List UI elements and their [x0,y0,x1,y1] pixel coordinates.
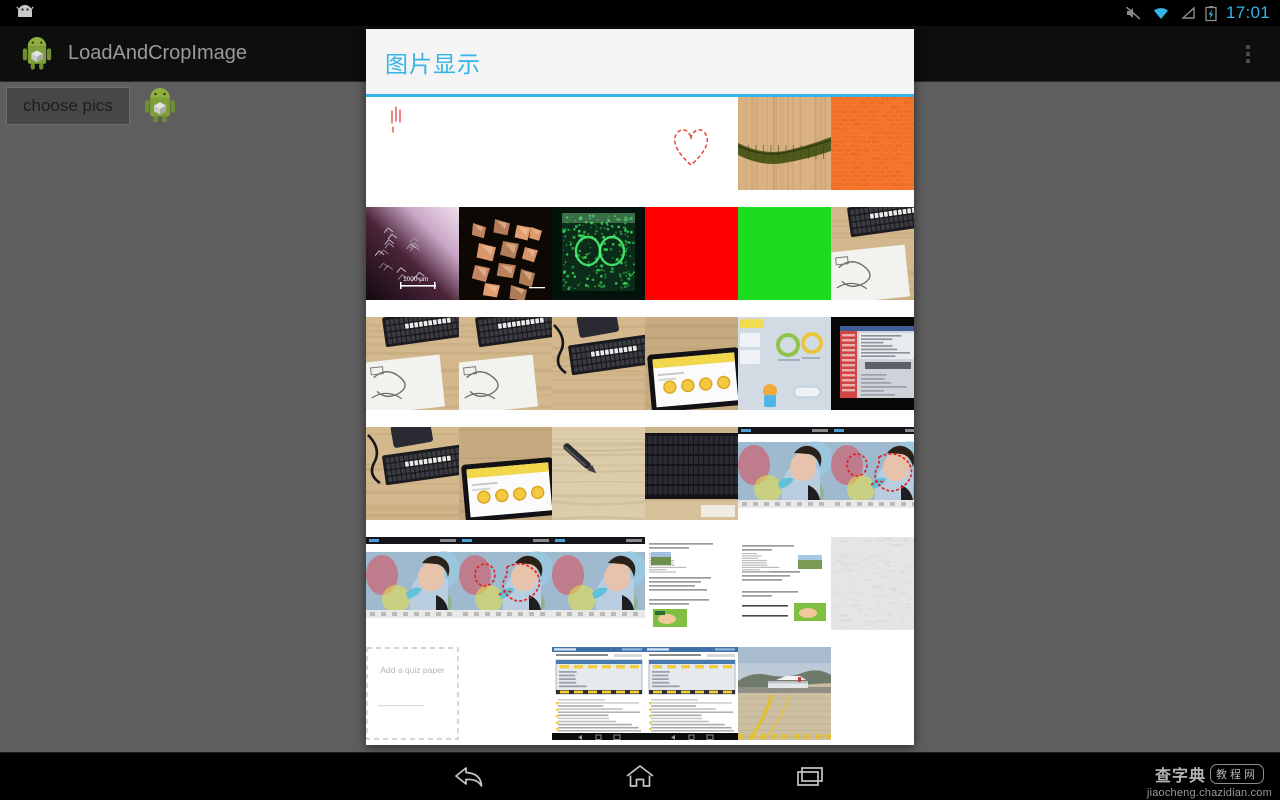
thumbnail-microscopy-green-cells[interactable] [552,207,645,300]
thumbnail-add-quiz-paper-placeholder[interactable]: Add a quiz paper [366,647,459,740]
image-grid: 1000 µm Add a quiz paper [366,97,914,742]
thumbnail-gray-paper-texture[interactable] [831,537,914,630]
thumbnail-desk-keyboard-notes-2[interactable] [459,317,552,410]
thumbnail-screenshot-spreadsheet-1[interactable] [552,647,645,740]
thumbnail-blank-white[interactable] [459,97,552,190]
thumbnail-orange-brick-texture[interactable] [831,97,914,190]
status-bar-right: 17:01 [1125,3,1280,23]
choose-pics-row: choose pics [6,86,178,126]
mute-icon [1125,6,1141,20]
thumbnail-desk-keyboard-notes-1[interactable] [366,317,459,410]
thumbnail-microscopy-purple-crystal[interactable]: 1000 µm [366,207,459,300]
choose-pics-button[interactable]: choose pics [6,87,130,125]
thumbnail-blank-white-2[interactable] [552,97,645,190]
thumbnail-laptop-dark-screenshot[interactable] [831,317,914,410]
image-grid-row: 1000 µm [366,207,914,317]
thumbnail-photo-editor-girl-4[interactable] [459,537,552,630]
thumbnail-photo-editor-girl-2[interactable] [831,427,914,520]
image-grid-row [366,317,914,427]
home-button[interactable] [610,757,670,797]
dialog-header: 图片显示 [366,29,914,97]
thumbnail-screenshot-spreadsheet-2[interactable] [645,647,738,740]
thumbnail-blank-white-4[interactable] [831,647,914,740]
thumbnail-airport-runway-photo[interactable] [738,647,831,740]
thumbnail-tablet-on-desk[interactable] [645,317,738,410]
thumbnail-document-page-2[interactable] [738,537,831,630]
image-grid-row [366,97,914,207]
thumbnail-pen-on-desk[interactable] [552,427,645,520]
navigation-bar [0,752,1280,800]
signal-icon [1181,6,1195,19]
thumbnail-blank-white-3[interactable] [459,647,552,740]
thumbnail-desk-keyboard-notebook[interactable] [831,207,914,300]
thumbnail-desk-keyboard-cable[interactable] [552,317,645,410]
android-robot-preview-icon [144,88,175,123]
thumbnail-document-page-1[interactable] [645,537,738,630]
thumbnail-microscopy-orange-crystals[interactable] [459,207,552,300]
recents-button[interactable] [780,757,840,797]
thumbnail-desk-tablet-notebook[interactable] [459,427,552,520]
back-button[interactable] [440,757,500,797]
recents-icon [797,766,823,786]
image-grid-row: Add a quiz paper [366,647,914,742]
thumbnail-solid-green[interactable] [738,207,831,300]
android-robot-icon [22,36,52,70]
status-bar-left [0,5,36,21]
thumbnail-photo-editor-girl-1[interactable] [738,427,831,520]
overflow-menu-icon[interactable] [1234,34,1262,74]
back-arrow-icon [455,766,483,787]
svg-text:Add a quiz paper: Add a quiz paper [380,665,444,675]
wifi-icon [1153,8,1168,19]
home-icon [626,764,654,787]
thumbnail-tablet-screen-ui[interactable] [738,317,831,410]
page-title: LoadAndCropImage [68,42,248,64]
image-picker-dialog: 图片显示 1000 µm Add a quiz paper [366,29,914,745]
thumbnail-photo-editor-girl-5[interactable] [552,537,645,630]
dialog-body[interactable]: 1000 µm Add a quiz paper [366,97,914,742]
status-bar: 17:01 [0,0,1280,26]
android-screen: 17:01 LoadAndCropImage choose pics 图片显示 … [0,0,1280,800]
thumbnail-sketch-red-marks[interactable] [366,97,459,190]
thumbnail-photo-editor-girl-3[interactable] [366,537,459,630]
thumbnail-black-keyboard-closeup[interactable] [645,427,738,520]
image-grid-row [366,537,914,647]
image-grid-row [366,427,914,537]
thumbnail-sketch-red-heart[interactable] [645,97,738,190]
android-notification-icon [16,5,34,17]
thumbnail-wood-bamboo-texture[interactable] [738,97,831,190]
thumbnail-solid-red[interactable] [645,207,738,300]
dialog-title: 图片显示 [385,50,481,77]
battery-charging-icon [1205,5,1217,21]
thumbnail-desk-keyboard-wide[interactable] [366,427,459,520]
svg-text:1000 µm: 1000 µm [403,276,428,283]
status-bar-clock: 17:01 [1225,3,1270,22]
